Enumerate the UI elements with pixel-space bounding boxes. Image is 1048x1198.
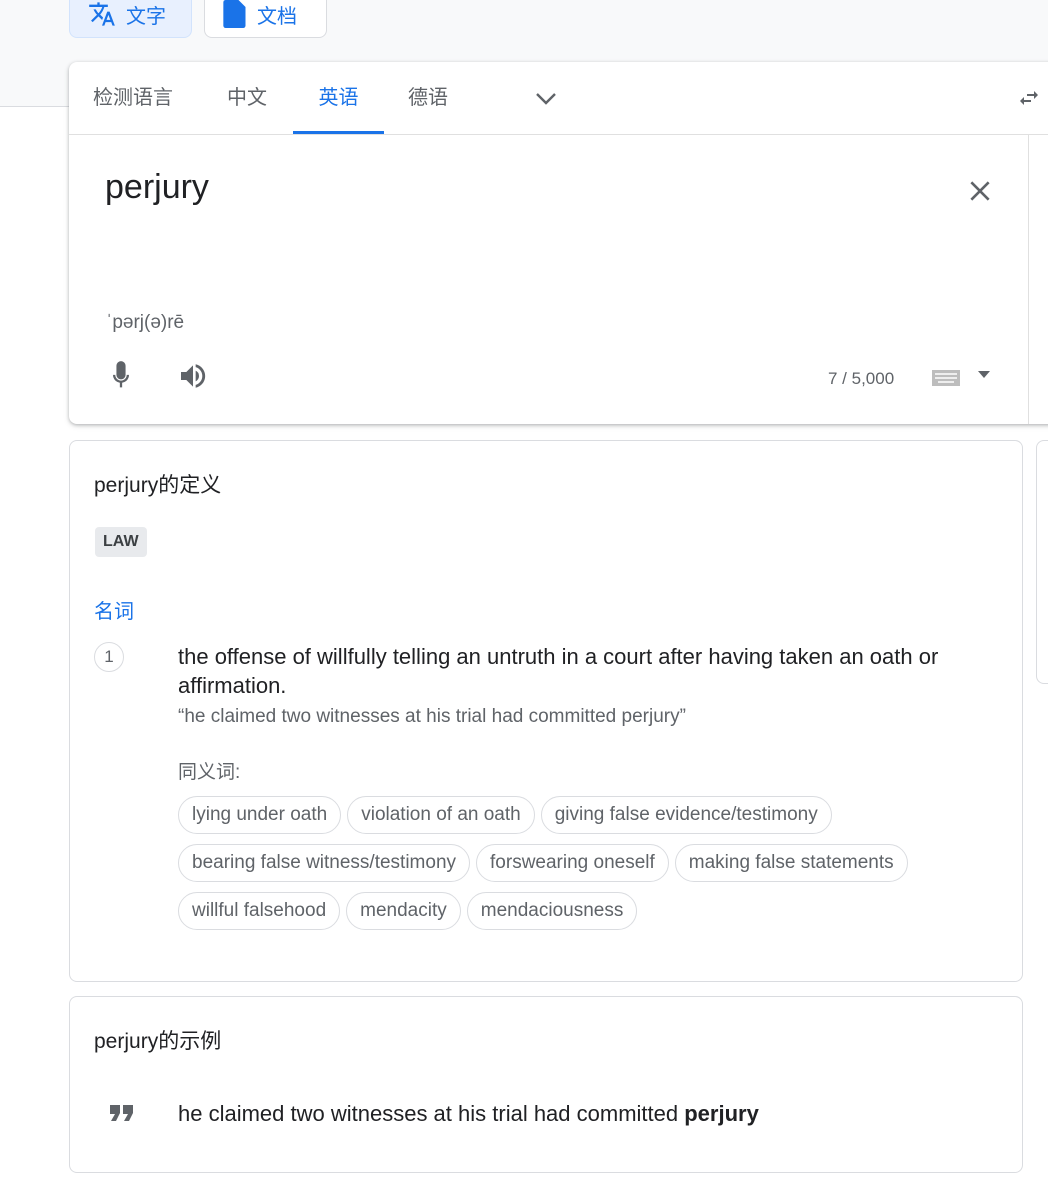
example-highlight: perjury: [684, 1101, 759, 1126]
synonyms-label: 同义词:: [178, 762, 241, 783]
synonym-chip[interactable]: forswearing oneself: [476, 844, 669, 882]
synonym-chip[interactable]: willful falsehood: [178, 892, 341, 930]
part-of-speech: 名词: [94, 601, 134, 623]
mode-text-button[interactable]: 文字: [69, 0, 192, 38]
definition-example: “he claimed two witnesses at his trial h…: [178, 706, 686, 727]
dropdown-arrow-icon[interactable]: [978, 371, 990, 379]
swap-languages-icon[interactable]: [1015, 86, 1043, 110]
mode-label: 文档: [257, 5, 297, 28]
synonym-chip[interactable]: mendaciousness: [466, 892, 638, 930]
synonym-chip[interactable]: violation of an oath: [347, 796, 535, 834]
synonym-chip[interactable]: lying under oath: [178, 796, 342, 834]
translate-input-card: 检测语言 中文 英语 德语 perjury ˈpərj(ə)rē 7 / 5,0…: [69, 62, 1048, 424]
example-sentence: he claimed two witnesses at his trial ha…: [178, 1101, 759, 1127]
tab-detect-language[interactable]: 检测语言: [69, 62, 197, 134]
translate-icon: [89, 2, 115, 26]
synonym-chip[interactable]: making false statements: [674, 844, 908, 882]
synonym-chip[interactable]: mendacity: [346, 892, 461, 930]
tab-english[interactable]: 英语: [293, 62, 384, 134]
phonetic: ˈpərj(ə)rē: [106, 312, 185, 333]
microphone-icon[interactable]: [107, 360, 135, 392]
definitions-title: perjury的定义: [94, 474, 222, 497]
divider: [1028, 135, 1029, 424]
language-tabs: 检测语言 中文 英语 德语: [69, 62, 1048, 135]
examples-card: perjury的示例 he claimed two witnesses at h…: [69, 996, 1023, 1173]
tab-german[interactable]: 德语: [384, 62, 472, 134]
source-text-input[interactable]: perjury: [105, 168, 209, 207]
quote-icon: [110, 1105, 133, 1121]
tab-chinese[interactable]: 中文: [203, 62, 291, 134]
example-text: he claimed two witnesses at his trial ha…: [178, 1101, 685, 1126]
mode-label: 文字: [126, 5, 166, 28]
synonym-chip[interactable]: giving false evidence/testimony: [540, 796, 832, 834]
document-icon: [223, 0, 246, 28]
keyboard-icon[interactable]: [932, 370, 960, 386]
definitions-card: perjury的定义 LAW 名词 1 the offense of willf…: [69, 440, 1023, 982]
synonym-chip[interactable]: bearing false witness/testimony: [178, 844, 471, 882]
mode-document-button[interactable]: 文档: [204, 0, 327, 38]
chevron-down-icon[interactable]: [535, 88, 557, 108]
side-card: [1036, 440, 1048, 684]
definition-text: the offense of willfully telling an untr…: [178, 644, 939, 698]
definition-number: 1: [94, 642, 124, 672]
speaker-icon[interactable]: [177, 360, 209, 392]
character-count: 7 / 5,000: [828, 369, 895, 388]
close-icon[interactable]: [967, 178, 993, 204]
synonyms-list: lying under oath violation of an oath givi…: [178, 796, 1008, 940]
examples-title: perjury的示例: [94, 1030, 222, 1053]
subject-tag: LAW: [95, 527, 147, 557]
